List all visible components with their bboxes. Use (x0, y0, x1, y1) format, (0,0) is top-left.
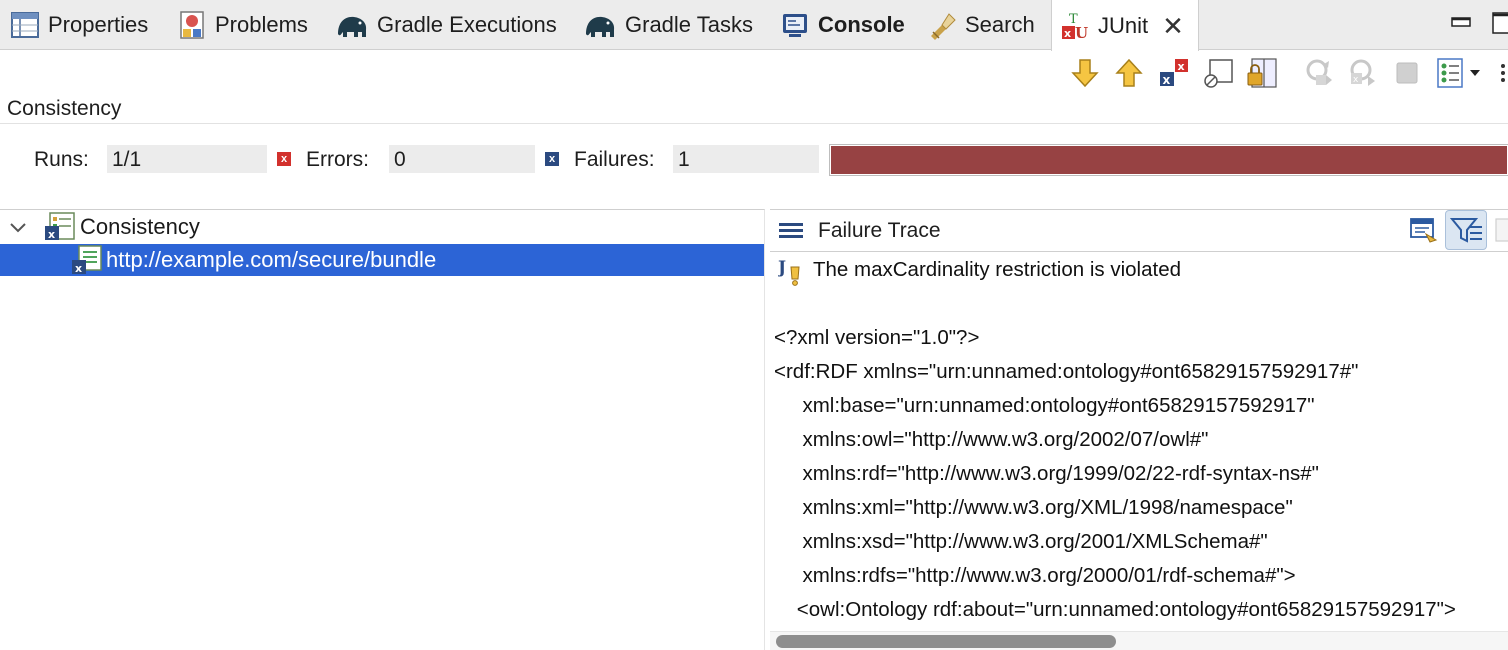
tree-item-label: Consistency (80, 214, 200, 239)
error-icon: x (277, 152, 291, 166)
scrollbar-thumb[interactable] (776, 635, 1116, 648)
progress-bar-fill (831, 146, 1507, 174)
history-dropdown-icon[interactable] (1436, 57, 1486, 89)
tab-label: Problems (215, 12, 308, 37)
trace-line: xml:base="urn:unnamed:ontology#ont658291… (774, 394, 1315, 417)
trace-line: <rdf:RDF xmlns="urn:unnamed:ontology#ont… (774, 360, 1359, 383)
tree-row-suite[interactable]: x Consistency (0, 211, 764, 243)
gradle-elephant-icon (335, 10, 369, 40)
scroll-lock-icon[interactable] (1202, 57, 1234, 89)
svg-text:x: x (1064, 27, 1071, 40)
failure-trace-panel: Failure Trace J The maxCardinality restr… (770, 209, 1508, 650)
layout-lock-icon[interactable] (1246, 57, 1278, 89)
trace-line: xmlns:owl="http://www.w3.org/2002/07/owl… (774, 428, 1209, 451)
minimize-icon[interactable] (1449, 8, 1475, 38)
stop-icon[interactable] (1391, 57, 1423, 89)
tab-label: Gradle Executions (377, 12, 557, 37)
failure-icon: x (545, 152, 559, 166)
view-tab-bar: Properties Problems Gradle Executions Gr… (0, 0, 1508, 51)
failures-label: Failures: (574, 148, 655, 171)
failure-trace-text[interactable]: J The maxCardinality restriction is viol… (770, 253, 1508, 631)
tab-label: JUnit (1098, 12, 1149, 38)
copy-trace-icon[interactable] (1494, 216, 1508, 251)
junit-icon: xTU (1060, 11, 1090, 42)
runs-value: 1/1 (107, 145, 267, 173)
maximize-icon[interactable] (1490, 8, 1508, 38)
junit-assertion-icon: J (776, 257, 804, 292)
svg-text:U: U (1075, 24, 1088, 41)
tab-label: Gradle Tasks (625, 12, 753, 37)
gradle-elephant-icon (583, 10, 617, 40)
filter-stack-trace-button[interactable] (1445, 210, 1487, 250)
trace-line: <?xml version="1.0"?> (774, 326, 980, 349)
show-failures-only-icon[interactable]: xx (1158, 57, 1190, 89)
stack-trace-icon (778, 218, 804, 249)
svg-text:x: x (1353, 75, 1359, 85)
test-failed-icon: x (71, 245, 103, 275)
problems-icon (177, 10, 207, 40)
tab-problems[interactable]: Problems (177, 0, 308, 50)
next-failure-icon[interactable] (1069, 57, 1101, 89)
divider (0, 123, 1508, 124)
compare-results-icon[interactable] (1408, 214, 1440, 251)
trace-line: <owl:Ontology rdf:about="urn:unnamed:ont… (774, 598, 1456, 621)
svg-text:J: J (778, 258, 786, 278)
runs-label: Runs: (34, 148, 89, 171)
failures-value: 1 (673, 145, 819, 173)
horizontal-scrollbar[interactable] (770, 631, 1508, 650)
suite-title: Consistency (7, 97, 122, 120)
tab-search[interactable]: Search (927, 0, 1035, 50)
search-flashlight-icon (927, 10, 957, 40)
trace-line: xmlns:rdf="http://www.w3.org/1999/02/22-… (774, 462, 1319, 485)
tab-label: Search (965, 12, 1035, 37)
tab-gradle-tasks[interactable]: Gradle Tasks (583, 0, 753, 50)
close-icon[interactable]: ✕ (1162, 13, 1184, 39)
properties-icon (10, 10, 40, 40)
svg-text:x: x (48, 228, 55, 241)
counters-panel: Runs: 1/1 x Errors: 0 x Failures: 1 (0, 140, 1508, 180)
tab-junit[interactable]: xTU JUnit ✕ (1051, 0, 1199, 51)
tab-label: Console (818, 12, 905, 37)
rerun-failed-first-icon[interactable]: x (1346, 57, 1378, 89)
console-icon (780, 10, 810, 40)
test-tree: x Consistency x http://example.com/secur… (0, 209, 765, 650)
trace-line: xmlns:xsd="http://www.w3.org/2001/XMLSch… (774, 530, 1268, 553)
tab-gradle-executions[interactable]: Gradle Executions (335, 0, 557, 50)
tab-properties[interactable]: Properties (10, 0, 148, 50)
progress-bar (829, 144, 1508, 176)
tree-item-label: http://example.com/secure/bundle (106, 247, 437, 272)
svg-text:x: x (75, 262, 82, 275)
tab-console[interactable]: Console (780, 0, 905, 50)
chevron-down-icon[interactable] (8, 217, 28, 237)
junit-toolbar: xx x (0, 51, 1508, 97)
errors-label: Errors: (306, 148, 369, 171)
errors-value: 0 (389, 145, 535, 173)
trace-line: The maxCardinality restriction is violat… (813, 258, 1181, 281)
rerun-test-icon[interactable] (1302, 57, 1334, 89)
test-suite-failed-icon: x (44, 212, 76, 242)
trace-line: xmlns:xml="http://www.w3.org/XML/1998/na… (774, 496, 1293, 519)
tree-row-test[interactable]: x http://example.com/secure/bundle (0, 244, 764, 276)
previous-failure-icon[interactable] (1113, 57, 1145, 89)
svg-text:x: x (1178, 60, 1185, 73)
tab-label: Properties (48, 12, 149, 37)
trace-line: xmlns:rdfs="http://www.w3.org/2000/01/rd… (774, 564, 1296, 587)
svg-text:x: x (1163, 73, 1171, 87)
failure-trace-header: Failure Trace (770, 210, 1508, 252)
view-menu-icon[interactable] (1498, 57, 1508, 89)
failure-trace-title: Failure Trace (818, 219, 941, 242)
